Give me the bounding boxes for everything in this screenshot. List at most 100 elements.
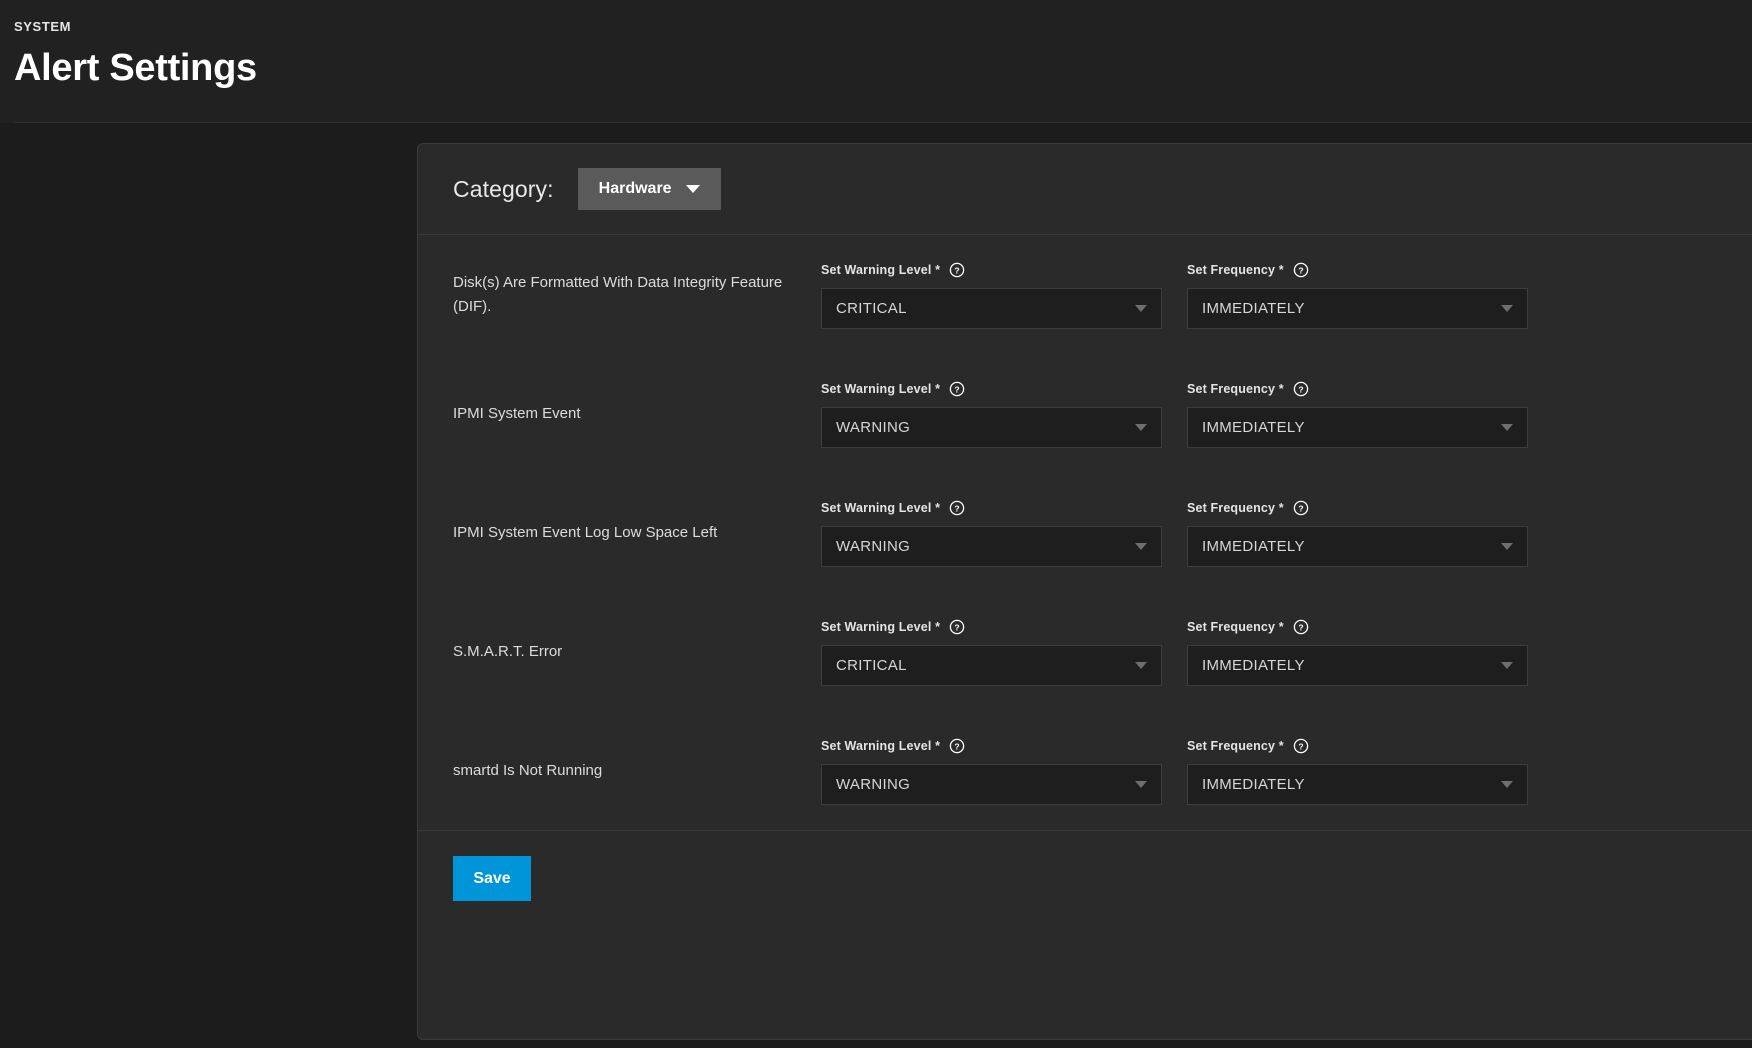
alert-row: S.M.A.R.T. Error Set Warning Level * ? C… (418, 592, 1752, 711)
svg-text:?: ? (1298, 384, 1303, 394)
warning-level-label: Set Warning Level * (821, 620, 940, 634)
alert-rows: Disk(s) Are Formatted With Data Integrit… (418, 235, 1752, 830)
frequency-field-group: Set Frequency * ? IMMEDIATELY (1187, 618, 1528, 686)
frequency-field-group: Set Frequency * ? IMMEDIATELY (1187, 380, 1528, 448)
chevron-down-icon (1135, 305, 1147, 312)
warning-level-label-line: Set Warning Level * ? (821, 261, 1162, 279)
frequency-label-line: Set Frequency * ? (1187, 499, 1528, 517)
alert-row: smartd Is Not Running Set Warning Level … (418, 711, 1752, 830)
frequency-select[interactable]: IMMEDIATELY (1187, 407, 1528, 448)
warning-level-value: WARNING (836, 419, 1135, 436)
warning-level-select[interactable]: WARNING (821, 526, 1162, 567)
frequency-label-line: Set Frequency * ? (1187, 380, 1528, 398)
frequency-select[interactable]: IMMEDIATELY (1187, 526, 1528, 567)
warning-level-value: WARNING (836, 776, 1135, 793)
warning-level-label-line: Set Warning Level * ? (821, 380, 1162, 398)
frequency-value: IMMEDIATELY (1202, 776, 1501, 793)
svg-text:?: ? (954, 503, 959, 513)
warning-level-value: CRITICAL (836, 657, 1135, 674)
frequency-value: IMMEDIATELY (1202, 657, 1501, 674)
frequency-field-group: Set Frequency * ? IMMEDIATELY (1187, 261, 1528, 329)
warning-level-label-line: Set Warning Level * ? (821, 499, 1162, 517)
svg-text:?: ? (1298, 503, 1303, 513)
frequency-field-group: Set Frequency * ? IMMEDIATELY (1187, 737, 1528, 805)
help-circle-icon[interactable]: ? (949, 738, 965, 754)
chevron-down-icon (1135, 662, 1147, 669)
warning-level-label-line: Set Warning Level * ? (821, 737, 1162, 755)
warning-level-select[interactable]: WARNING (821, 407, 1162, 448)
alert-settings-card: Category: Hardware Disk(s) Are Formatted… (417, 143, 1752, 1040)
chevron-down-icon (1135, 781, 1147, 788)
svg-text:?: ? (1298, 622, 1303, 632)
svg-text:?: ? (954, 384, 959, 394)
warning-level-label: Set Warning Level * (821, 263, 940, 277)
frequency-label: Set Frequency * (1187, 382, 1284, 396)
help-circle-icon[interactable]: ? (1293, 619, 1309, 635)
warning-level-field-group: Set Warning Level * ? CRITICAL (821, 261, 1162, 329)
alert-row-title: smartd Is Not Running (453, 759, 821, 783)
warning-level-select[interactable]: CRITICAL (821, 645, 1162, 686)
category-label: Category: (453, 176, 554, 203)
alert-row-title: IPMI System Event Log Low Space Left (453, 521, 821, 545)
frequency-label: Set Frequency * (1187, 263, 1284, 277)
chevron-down-icon (1135, 543, 1147, 550)
category-bar: Category: Hardware (418, 144, 1752, 235)
page-body: Category: Hardware Disk(s) Are Formatted… (0, 123, 1752, 1048)
frequency-select[interactable]: IMMEDIATELY (1187, 288, 1528, 329)
alert-row-title: Disk(s) Are Formatted With Data Integrit… (453, 271, 821, 319)
page-header: SYSTEM Alert Settings (0, 0, 1752, 123)
warning-level-value: CRITICAL (836, 300, 1135, 317)
frequency-value: IMMEDIATELY (1202, 419, 1501, 436)
frequency-label: Set Frequency * (1187, 620, 1284, 634)
chevron-down-icon (1501, 543, 1513, 550)
help-circle-icon[interactable]: ? (1293, 738, 1309, 754)
card-footer: Save (418, 830, 1752, 901)
warning-level-select[interactable]: CRITICAL (821, 288, 1162, 329)
frequency-label-line: Set Frequency * ? (1187, 618, 1528, 636)
warning-level-label: Set Warning Level * (821, 382, 940, 396)
warning-level-field-group: Set Warning Level * ? WARNING (821, 737, 1162, 805)
chevron-down-icon (1501, 305, 1513, 312)
help-circle-icon[interactable]: ? (949, 262, 965, 278)
breadcrumb: SYSTEM (14, 18, 1752, 36)
svg-text:?: ? (954, 622, 959, 632)
svg-text:?: ? (1298, 741, 1303, 751)
frequency-label-line: Set Frequency * ? (1187, 261, 1528, 279)
chevron-down-icon (1501, 781, 1513, 788)
warning-level-value: WARNING (836, 538, 1135, 555)
chevron-down-icon (686, 185, 700, 193)
alert-row-title: S.M.A.R.T. Error (453, 640, 821, 664)
chevron-down-icon (1501, 424, 1513, 431)
svg-text:?: ? (1298, 265, 1303, 275)
category-dropdown-value: Hardware (599, 180, 672, 198)
help-circle-icon[interactable]: ? (949, 619, 965, 635)
svg-text:?: ? (954, 741, 959, 751)
frequency-field-group: Set Frequency * ? IMMEDIATELY (1187, 499, 1528, 567)
warning-level-field-group: Set Warning Level * ? WARNING (821, 499, 1162, 567)
help-circle-icon[interactable]: ? (949, 381, 965, 397)
help-circle-icon[interactable]: ? (1293, 262, 1309, 278)
frequency-label: Set Frequency * (1187, 739, 1284, 753)
warning-level-label: Set Warning Level * (821, 739, 940, 753)
page-title: Alert Settings (14, 40, 1752, 96)
help-circle-icon[interactable]: ? (1293, 381, 1309, 397)
frequency-select[interactable]: IMMEDIATELY (1187, 645, 1528, 686)
warning-level-label: Set Warning Level * (821, 501, 940, 515)
save-button[interactable]: Save (453, 856, 531, 901)
help-circle-icon[interactable]: ? (949, 500, 965, 516)
frequency-value: IMMEDIATELY (1202, 300, 1501, 317)
chevron-down-icon (1135, 424, 1147, 431)
warning-level-select[interactable]: WARNING (821, 764, 1162, 805)
frequency-select[interactable]: IMMEDIATELY (1187, 764, 1528, 805)
svg-text:?: ? (954, 265, 959, 275)
alert-row: Disk(s) Are Formatted With Data Integrit… (418, 235, 1752, 354)
frequency-value: IMMEDIATELY (1202, 538, 1501, 555)
frequency-label: Set Frequency * (1187, 501, 1284, 515)
alert-row: IPMI System Event Log Low Space Left Set… (418, 473, 1752, 592)
help-circle-icon[interactable]: ? (1293, 500, 1309, 516)
category-dropdown[interactable]: Hardware (578, 168, 721, 210)
alert-row: IPMI System Event Set Warning Level * ? … (418, 354, 1752, 473)
warning-level-field-group: Set Warning Level * ? CRITICAL (821, 618, 1162, 686)
frequency-label-line: Set Frequency * ? (1187, 737, 1528, 755)
warning-level-field-group: Set Warning Level * ? WARNING (821, 380, 1162, 448)
